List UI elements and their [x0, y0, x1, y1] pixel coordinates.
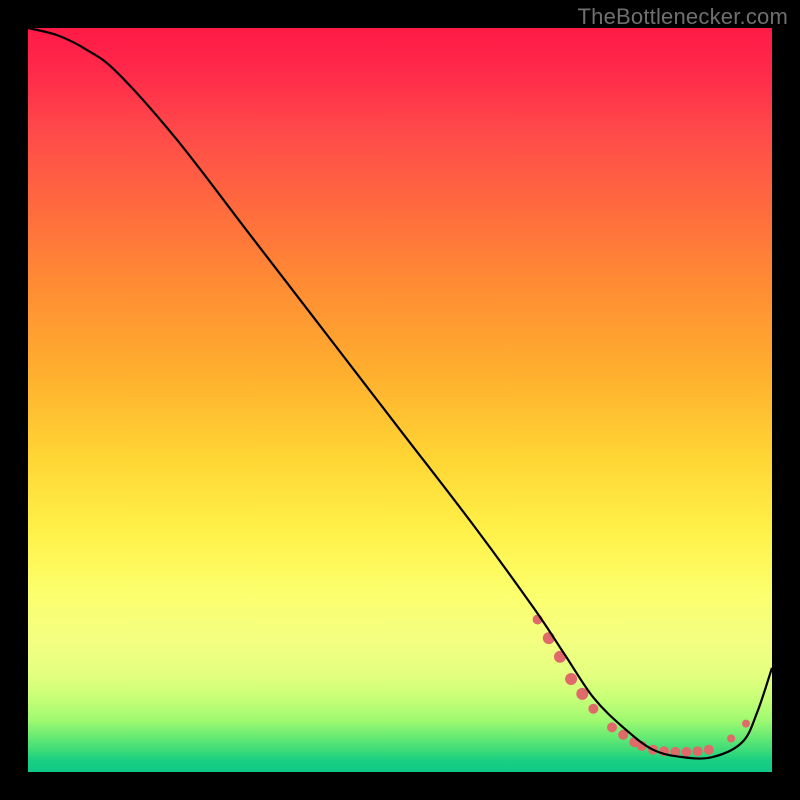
marker-dot: [704, 745, 714, 755]
marker-dot: [693, 746, 703, 756]
curve-layer: [28, 28, 772, 772]
marker-dot: [727, 735, 735, 743]
marker-dot: [742, 720, 750, 728]
plot-area: [28, 28, 772, 772]
marker-dot: [607, 722, 617, 732]
attribution-text: TheBottlenecker.com: [578, 4, 788, 30]
bottleneck-curve-path: [28, 28, 772, 759]
marker-dot: [681, 747, 691, 757]
marker-dot: [565, 673, 577, 685]
chart-stage: TheBottlenecker.com: [0, 0, 800, 800]
marker-group: [533, 615, 750, 757]
marker-dot: [588, 704, 598, 714]
